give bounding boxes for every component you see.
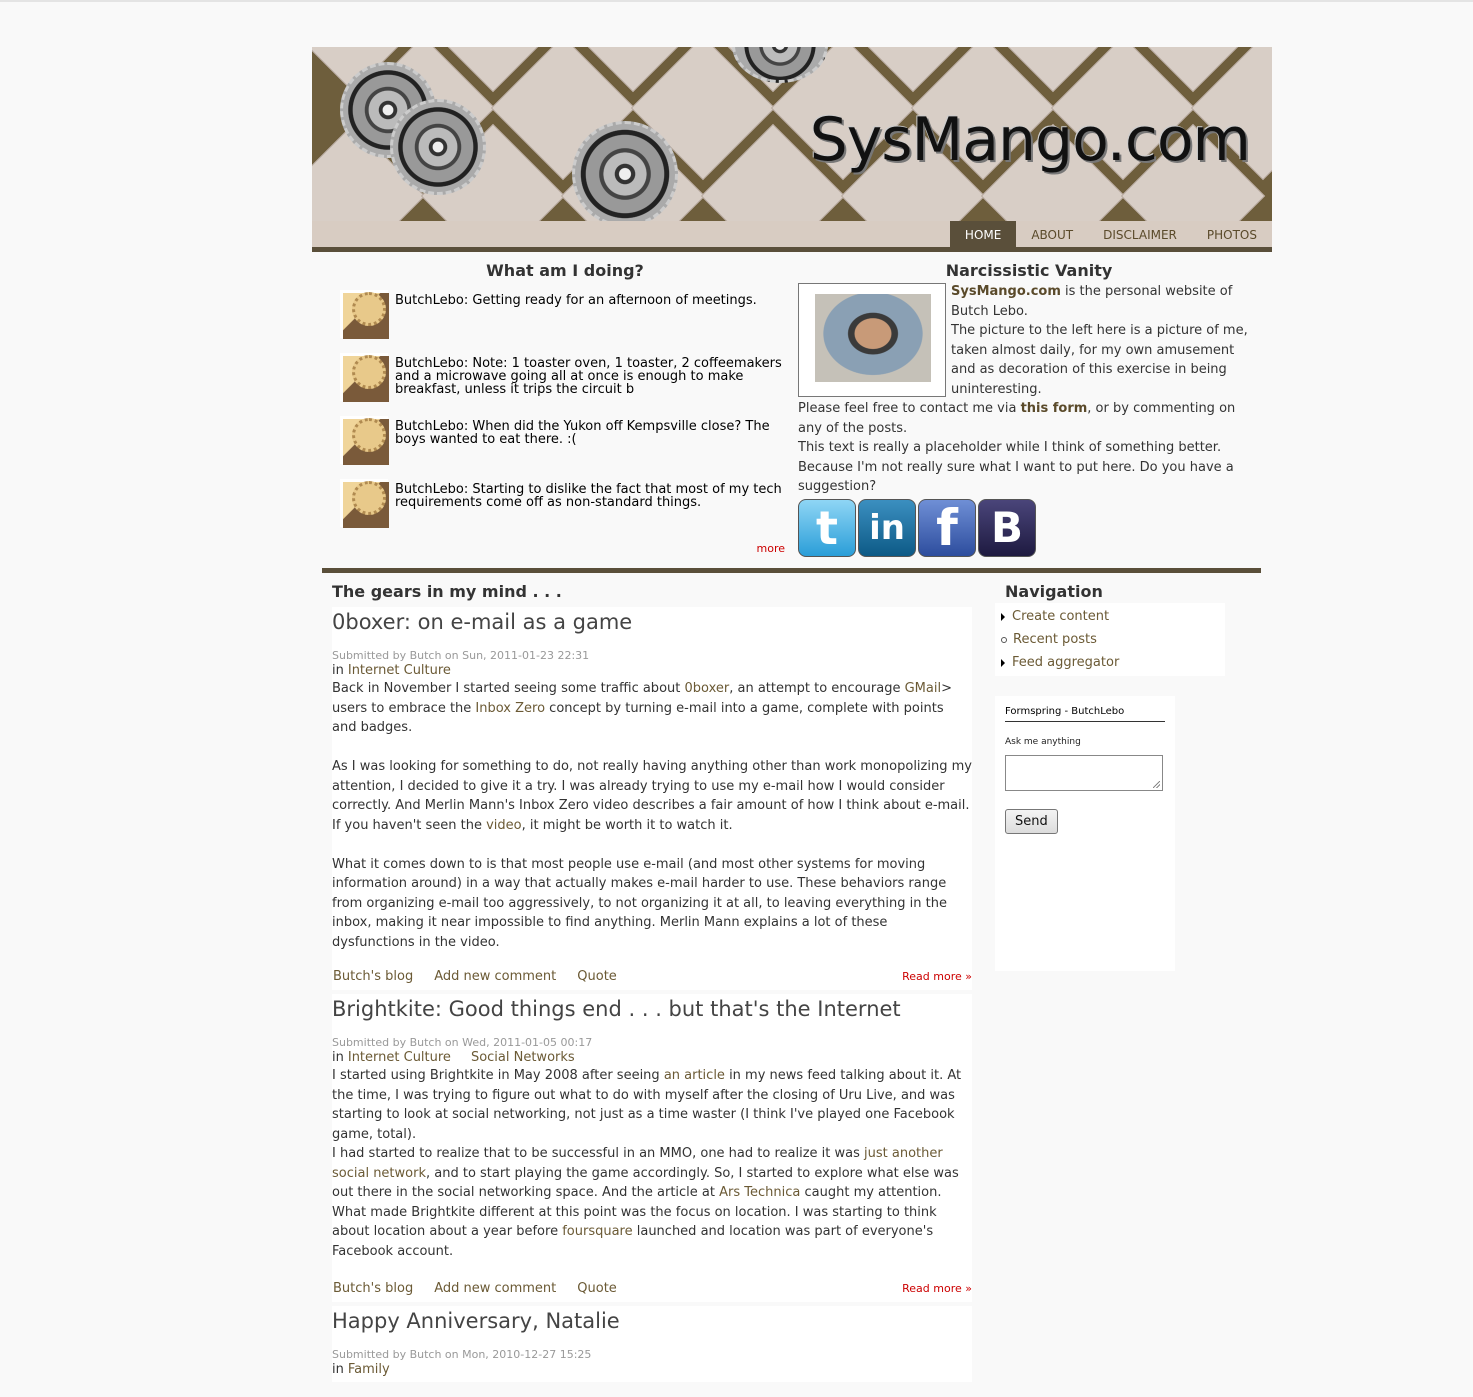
nav-item-recent-posts[interactable]: Recent posts [1001, 628, 1225, 651]
read-more-link[interactable]: Read more » [902, 970, 972, 983]
post-submitted: Submitted by Butch on Mon, 2010-12-27 15… [332, 1348, 592, 1361]
tweet-item: ButchLebo: Note: 1 toaster oven, 1 toast… [340, 353, 790, 416]
term-link[interactable]: Internet Culture [348, 663, 451, 678]
tweet-avatar[interactable] [340, 290, 389, 339]
profile-photo [798, 283, 946, 397]
formspring-widget: Formspring - ButchLebo Ask me anything S… [995, 696, 1175, 971]
send-button[interactable]: Send [1005, 809, 1058, 834]
post-links: Butch's blog Add new comment Quote Read … [332, 969, 972, 986]
vanity-contact-text: Please feel free to contact me via [798, 401, 1021, 416]
social-links: t in f B [798, 497, 1260, 557]
tweet-avatar[interactable] [340, 353, 389, 402]
blogger-icon[interactable]: B [978, 498, 1036, 557]
section-title: The gears in my mind . . . [332, 582, 562, 601]
facebook-icon[interactable]: f [918, 498, 976, 557]
post-terms: in Internet Culture [332, 663, 451, 678]
navigation-title: Navigation [1005, 582, 1103, 601]
tweet-avatar[interactable] [340, 479, 389, 528]
formspring-title[interactable]: Formspring - ButchLebo [1005, 706, 1165, 722]
collapsed-arrow-icon [1001, 612, 1005, 621]
twitter-icon[interactable]: t [798, 498, 856, 557]
leaf-circle-icon [1001, 636, 1007, 643]
post-terms: in Family [332, 1362, 390, 1377]
blog-post: Happy Anniversary, Natalie Submitted by … [332, 1306, 972, 1382]
tweet-item: ButchLebo: Starting to dislike the fact … [340, 479, 790, 534]
post-submitted: Submitted by Butch on Sun, 2011-01-23 22… [332, 649, 590, 662]
linkedin-icon[interactable]: in [858, 498, 916, 557]
blog-link[interactable]: Butch's blog [333, 1281, 413, 1296]
tweet-text: ButchLebo: Starting to dislike the fact … [395, 482, 782, 510]
nav-item-create-content[interactable]: Create content [1001, 605, 1225, 628]
tab-disclaimer[interactable]: DISCLAIMER [1088, 221, 1192, 247]
sidebar: Navigation Create content Recent posts F… [995, 582, 1225, 971]
nav-item-feed-aggregator[interactable]: Feed aggregator [1001, 651, 1225, 674]
term-link[interactable]: Social Networks [471, 1050, 575, 1065]
blog-post: Brightkite: Good things end . . . but th… [332, 994, 972, 1302]
inline-link[interactable]: Inbox Zero [475, 701, 545, 716]
read-more-link[interactable]: Read more » [902, 1282, 972, 1295]
tweet-avatar[interactable] [340, 416, 389, 465]
tab-photos[interactable]: PHOTOS [1192, 221, 1272, 247]
content-divider [322, 568, 1261, 573]
post-body: I started using Brightkite in May 2008 a… [332, 1068, 962, 1259]
inline-link[interactable]: GMail [905, 681, 941, 696]
tweet-text: ButchLebo: When did the Yukon off Kempsv… [395, 419, 770, 447]
tweet-item: ButchLebo: Getting ready for an afternoo… [340, 290, 790, 353]
more-tweets-link[interactable]: more [757, 542, 786, 555]
site-title: SysMango.com [809, 105, 1251, 175]
term-link[interactable]: Family [348, 1362, 390, 1377]
main-content: The gears in my mind . . . 0boxer: on e-… [332, 582, 972, 1386]
inline-link[interactable]: foursquare [562, 1224, 632, 1239]
quote-link[interactable]: Quote [577, 1281, 617, 1296]
inline-link[interactable]: Ars Technica [719, 1185, 800, 1200]
vanity-block: Narcissistic Vanity SysMango.com is the … [798, 261, 1260, 557]
twitter-block: What am I doing? ButchLebo: Getting read… [340, 261, 790, 555]
post-body: Back in November I started seeing some t… [332, 681, 972, 950]
tweet-text: ButchLebo: Getting ready for an afternoo… [395, 293, 757, 308]
gear-icon [390, 99, 486, 195]
inline-link[interactable]: an article [664, 1068, 725, 1083]
nav-divider [312, 247, 1272, 252]
post-terms: in Internet Culture Social Networks [332, 1050, 575, 1065]
site-home-link[interactable]: SysMango.com [951, 284, 1061, 299]
vanity-placeholder-text: This text is really a placeholder while … [798, 440, 1234, 494]
blog-link[interactable]: Butch's blog [333, 969, 413, 984]
navigation-menu: Create content Recent posts Feed aggrega… [995, 603, 1225, 676]
add-comment-link[interactable]: Add new comment [434, 1281, 556, 1296]
inline-link[interactable]: video [486, 818, 522, 833]
tab-about[interactable]: ABOUT [1016, 221, 1088, 247]
tweet-text: ButchLebo: Note: 1 toaster oven, 1 toast… [395, 356, 782, 397]
tab-home[interactable]: HOME [949, 221, 1017, 247]
inline-link[interactable]: 0boxer [685, 681, 730, 696]
formspring-label: Ask me anything [1005, 737, 1081, 747]
gear-icon [572, 121, 678, 221]
site-header-banner[interactable]: SysMango.com [312, 47, 1272, 221]
primary-nav: HOME ABOUT DISCLAIMER PHOTOS [312, 221, 1272, 247]
quote-link[interactable]: Quote [577, 969, 617, 984]
post-links: Butch's blog Add new comment Quote Read … [332, 1281, 972, 1298]
post-title-link[interactable]: Happy Anniversary, Natalie [332, 1306, 972, 1334]
post-submitted: Submitted by Butch on Wed, 2011-01-05 00… [332, 1036, 593, 1049]
blog-post: 0boxer: on e-mail as a game Submitted by… [332, 607, 972, 990]
top-border [0, 0, 1473, 2]
contact-form-link[interactable]: this form [1021, 401, 1088, 416]
question-textarea[interactable] [1005, 755, 1163, 791]
collapsed-arrow-icon [1001, 658, 1005, 667]
tweet-item: ButchLebo: When did the Yukon off Kempsv… [340, 416, 790, 479]
vanity-block-title: Narcissistic Vanity [945, 261, 1113, 280]
post-title-link[interactable]: Brightkite: Good things end . . . but th… [332, 994, 972, 1022]
twitter-block-title: What am I doing? [486, 261, 644, 280]
post-title-link[interactable]: 0boxer: on e-mail as a game [332, 607, 972, 635]
add-comment-link[interactable]: Add new comment [434, 969, 556, 984]
term-link[interactable]: Internet Culture [348, 1050, 451, 1065]
